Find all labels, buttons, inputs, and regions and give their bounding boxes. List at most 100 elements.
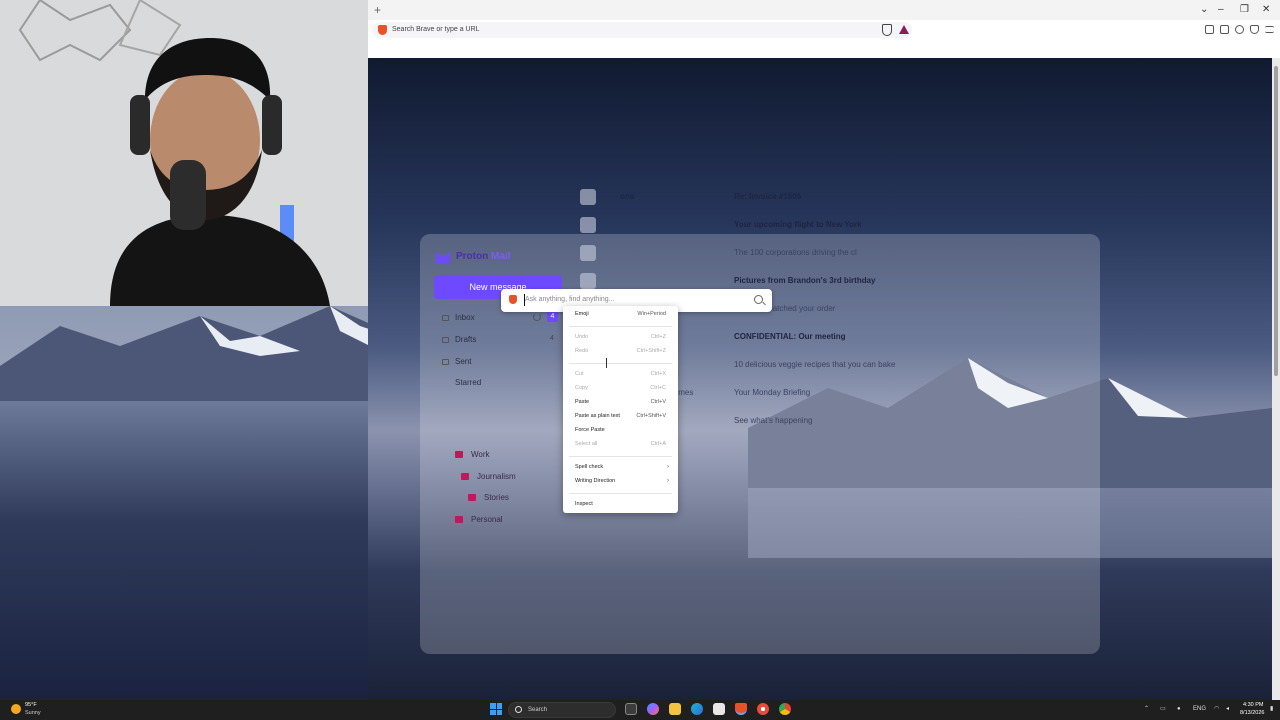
menu-item-cut: Cut Ctrl+X — [563, 368, 678, 381]
label-personal[interactable]: Personal — [455, 513, 503, 527]
label-work[interactable]: Work — [455, 448, 490, 462]
menu-item-force-paste[interactable]: Force Paste — [563, 424, 678, 437]
weather-description[interactable]: Sunny — [25, 709, 41, 717]
folder-sent[interactable]: Sent — [442, 355, 471, 369]
app-icon[interactable] — [757, 703, 769, 715]
proton-brand-a: Proton — [456, 251, 489, 262]
mouse-cursor — [606, 358, 607, 368]
mail-subject: Your Monday Briefing — [734, 388, 811, 397]
file-explorer-icon[interactable] — [669, 703, 681, 715]
new-tab-page: Proton Mail New message Inbox 4 Drafts 4… — [368, 58, 1272, 700]
clock-time[interactable]: 4:30 PM — [1243, 701, 1263, 709]
menu-item-label: Undo — [575, 334, 589, 340]
menu-item-label: Force Paste — [575, 427, 605, 433]
menu-item-emoji[interactable]: Emoji Win+Period — [563, 308, 678, 321]
browser-window: + ⌄ – ❐ ✕ Search Brave or type a URL Pro… — [368, 0, 1280, 700]
vertical-scrollbar[interactable] — [1272, 58, 1280, 700]
url-field[interactable]: Search Brave or type a URL — [372, 22, 912, 38]
proton-brand-b: Mail — [491, 251, 511, 262]
label-stories-text: Stories — [484, 493, 509, 502]
minimize-button[interactable]: – — [1218, 3, 1224, 17]
wallet-icon[interactable] — [1220, 25, 1229, 34]
inbox-unread-badge: 4 — [547, 311, 558, 322]
mail-subject: The 100 corporations driving the cl — [734, 248, 857, 257]
menu-item-paste[interactable]: Paste Ctrl+V — [563, 396, 678, 409]
chevron-up-icon[interactable]: ⌃ — [1144, 705, 1149, 714]
mail-row[interactable]: ons Re: Invoice #1605 — [580, 189, 1100, 205]
folder-drafts[interactable]: Drafts — [442, 333, 476, 347]
weather-temperature[interactable]: 95°F — [25, 701, 37, 709]
url-placeholder: Search Brave or type a URL — [392, 26, 480, 33]
menu-item-writing-direction[interactable]: Writing Direction › — [563, 475, 678, 488]
brave-rewards-icon[interactable] — [899, 25, 909, 34]
folder-drafts-label: Drafts — [455, 335, 477, 344]
edge-icon[interactable] — [691, 703, 703, 715]
menu-item-shortcut: Ctrl+Shift+Z — [636, 348, 666, 354]
label-color — [468, 494, 476, 502]
mail-row[interactable]: Pictures from Brandon's 3rd birthday — [580, 273, 1100, 289]
scrollbar-thumb[interactable] — [1274, 66, 1278, 376]
taskbar-search[interactable]: Search — [508, 702, 616, 718]
wifi-icon[interactable]: ◠ — [1214, 705, 1219, 714]
menu-item-shortcut: Ctrl+C — [650, 385, 666, 391]
mail-subject: CONFIDENTIAL: Our meeting — [734, 332, 846, 341]
label-work-text: Work — [471, 450, 490, 459]
label-personal-text: Personal — [471, 515, 503, 524]
label-stories[interactable]: Stories — [468, 491, 509, 505]
proton-envelope-icon — [436, 252, 450, 263]
tab-list-button[interactable]: ⌄ — [1200, 3, 1208, 17]
label-journalism[interactable]: Journalism — [461, 470, 516, 484]
folder-inbox[interactable]: Inbox — [442, 311, 475, 325]
chevron-right-icon: › — [667, 464, 669, 470]
leo-ai-icon[interactable] — [1235, 25, 1244, 34]
brave-shields-icon[interactable] — [882, 24, 892, 36]
label-color — [455, 451, 463, 459]
drafts-count: 4 — [550, 335, 554, 342]
menu-item-redo: Redo Ctrl+Shift+Z — [563, 345, 678, 358]
new-tab-button[interactable]: + — [374, 3, 381, 17]
menu-item-label: Select all — [575, 441, 598, 447]
menu-item-label: Spell check — [575, 464, 604, 470]
network-icon[interactable]: ▭ — [1160, 705, 1166, 714]
restore-button[interactable]: ❐ — [1240, 3, 1249, 17]
address-bar: Search Brave or type a URL — [368, 20, 1280, 40]
volume-icon[interactable]: ◂ — [1226, 705, 1229, 714]
clock-date[interactable]: 8/13/2026 — [1240, 709, 1264, 717]
sun-icon[interactable] — [11, 704, 21, 714]
mail-subject: 10 delicious veggie recipes that you can… — [734, 360, 896, 369]
close-window-button[interactable]: ✕ — [1262, 3, 1270, 17]
language-indicator[interactable]: ENG — [1193, 705, 1206, 714]
context-menu: Emoji Win+Period Undo Ctrl+Z Redo Ctrl+Shift+… — [563, 306, 678, 513]
menu-item-label: Paste — [575, 399, 590, 405]
webcam-person-image — [0, 0, 368, 306]
brave-icon[interactable] — [735, 703, 747, 715]
store-icon[interactable] — [713, 703, 725, 715]
label-color — [455, 516, 463, 524]
search-icon[interactable] — [754, 295, 763, 304]
windows-start-icon[interactable] — [490, 703, 502, 715]
menu-separator — [569, 456, 672, 457]
notification-icon[interactable]: ▮ — [1270, 705, 1273, 714]
refresh-icon[interactable] — [533, 313, 541, 321]
microphone-icon[interactable]: ● — [1177, 705, 1181, 714]
menu-item-shortcut: Ctrl+Z — [650, 334, 666, 340]
menu-separator — [569, 493, 672, 494]
menu-item-paste-as-plain-text[interactable]: Paste as plain text Ctrl+Shift+V — [563, 410, 678, 423]
search-icon — [515, 706, 522, 713]
brave-lion-icon[interactable] — [378, 25, 387, 35]
task-view-icon[interactable] — [625, 703, 637, 715]
menu-item-spell-check[interactable]: Spell check › — [563, 461, 678, 474]
folder-starred[interactable]: Starred — [442, 376, 481, 390]
menu-icon[interactable] — [1265, 26, 1274, 33]
sidebar-icon[interactable] — [1205, 25, 1214, 34]
sender-avatar — [580, 189, 596, 205]
mail-row[interactable]: The 100 corporations driving the cl — [580, 245, 1100, 261]
mail-row[interactable]: Your upcoming flight to New York — [580, 217, 1100, 233]
menu-item-label: Redo — [575, 348, 589, 354]
menu-item-select-all: Select all Ctrl+A — [563, 438, 678, 451]
menu-item-inspect[interactable]: Inspect — [563, 498, 678, 511]
folder-inbox-label: Inbox — [455, 313, 475, 322]
chrome-icon[interactable] — [779, 703, 791, 715]
copilot-icon[interactable] — [647, 703, 659, 715]
vpn-icon[interactable] — [1250, 25, 1259, 34]
